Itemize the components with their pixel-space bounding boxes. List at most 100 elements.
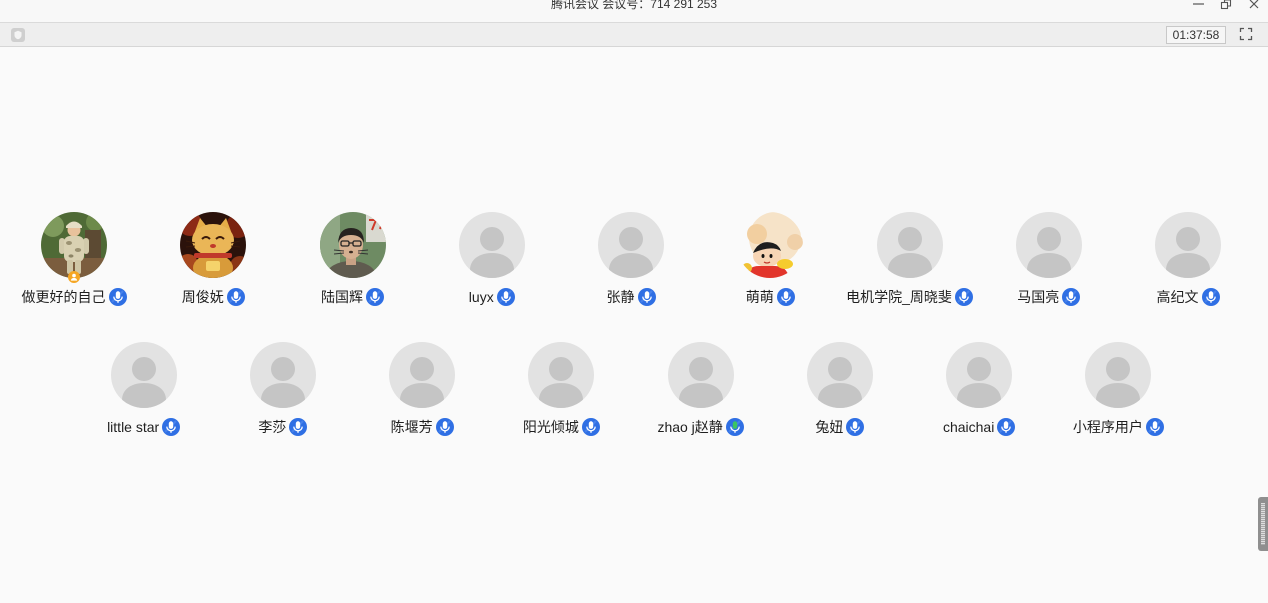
avatar-wrapper bbox=[598, 212, 664, 278]
avatar bbox=[737, 212, 804, 278]
avatar-wrapper bbox=[667, 342, 734, 408]
mic-on-icon[interactable] bbox=[435, 418, 454, 436]
mic-on-icon[interactable] bbox=[954, 288, 973, 306]
handle-grip bbox=[1261, 503, 1265, 545]
participant-name: 马国亮 bbox=[1017, 289, 1060, 305]
shield-icon[interactable] bbox=[11, 28, 25, 42]
default-avatar-icon bbox=[110, 342, 177, 408]
restore-icon[interactable] bbox=[1219, 0, 1233, 11]
avatar-wrapper bbox=[180, 212, 247, 278]
mic-speaking-icon[interactable] bbox=[725, 418, 744, 436]
participant-tile[interactable]: 陆国辉 bbox=[283, 212, 422, 306]
default-avatar-icon bbox=[528, 342, 595, 408]
mic-on-icon[interactable] bbox=[637, 288, 656, 306]
mic-on-icon[interactable] bbox=[1201, 288, 1220, 306]
participant-label: 小程序用户 bbox=[1073, 418, 1164, 436]
participant-label: 马国亮 bbox=[1017, 288, 1081, 306]
participant-name: 做更好的自己 bbox=[21, 289, 106, 305]
participant-tile[interactable]: 萌萌 bbox=[701, 212, 840, 306]
participant-label: 张静 bbox=[607, 288, 656, 306]
participant-tile[interactable]: 马国亮 bbox=[979, 212, 1118, 306]
participant-name: 周俊妩 bbox=[181, 289, 224, 305]
participant-tile[interactable]: 陈堰芳 bbox=[353, 342, 492, 436]
avatar-wrapper bbox=[806, 342, 873, 408]
avatar-wrapper bbox=[737, 212, 804, 278]
mic-on-icon[interactable] bbox=[1062, 288, 1081, 306]
participant-label: 陆国辉 bbox=[321, 288, 384, 306]
avatar-wrapper bbox=[1085, 342, 1152, 408]
default-avatar-icon bbox=[806, 342, 873, 408]
participant-tile[interactable]: 做更好的自己 bbox=[4, 212, 143, 306]
default-avatar-icon bbox=[1085, 342, 1152, 408]
default-avatar-icon bbox=[667, 342, 734, 408]
avatar-wrapper bbox=[876, 212, 943, 278]
avatar-wrapper bbox=[110, 342, 177, 408]
mic-on-icon[interactable] bbox=[997, 418, 1016, 436]
mic-on-icon[interactable] bbox=[1145, 418, 1164, 436]
participant-tile[interactable]: chaichai bbox=[910, 342, 1049, 436]
title-bar: 腾讯会议 会议号：714 291 253 bbox=[0, 0, 1268, 22]
avatar-wrapper bbox=[1155, 212, 1221, 278]
participant-label: 萌萌 bbox=[746, 288, 795, 306]
avatar-wrapper bbox=[389, 342, 456, 408]
participant-name: 阳光倾城 bbox=[522, 419, 579, 435]
avatar-wrapper bbox=[1015, 212, 1082, 278]
participant-tile[interactable]: 张静 bbox=[561, 212, 700, 306]
fullscreen-icon[interactable] bbox=[1239, 27, 1253, 41]
avatar bbox=[319, 212, 386, 278]
default-avatar-icon bbox=[389, 342, 456, 408]
participant-name: 李莎 bbox=[258, 419, 287, 435]
participant-name: 兔妞 bbox=[815, 419, 844, 435]
meeting-toolbar: 01:37:58 bbox=[0, 22, 1268, 47]
participant-name: zhao j赵静 bbox=[657, 419, 723, 435]
close-icon[interactable] bbox=[1247, 0, 1261, 11]
participant-name: little star bbox=[107, 419, 160, 435]
mic-on-icon[interactable] bbox=[108, 288, 127, 306]
participant-tile[interactable]: 周俊妩 bbox=[144, 212, 283, 306]
mic-on-icon[interactable] bbox=[162, 418, 181, 436]
participant-name: luyx bbox=[468, 289, 494, 305]
participant-tile[interactable]: 兔妞 bbox=[770, 342, 909, 436]
participant-tile[interactable]: 高纪文 bbox=[1118, 212, 1257, 306]
participant-tile[interactable]: 小程序用户 bbox=[1049, 342, 1188, 436]
participant-label: 周俊妩 bbox=[182, 288, 245, 306]
participant-tile[interactable]: 电机学院_周晓斐 bbox=[840, 212, 979, 306]
host-badge-icon bbox=[68, 271, 80, 283]
participant-tile[interactable]: zhao j赵静 bbox=[631, 342, 770, 436]
participant-label: zhao j赵静 bbox=[657, 418, 744, 436]
mic-on-icon[interactable] bbox=[846, 418, 865, 436]
mic-on-icon[interactable] bbox=[776, 288, 795, 306]
participant-label: 电机学院_周晓斐 bbox=[846, 288, 973, 306]
participant-tile[interactable]: 李莎 bbox=[213, 342, 352, 436]
default-avatar-icon bbox=[1015, 212, 1082, 278]
default-avatar-icon bbox=[1155, 212, 1221, 278]
avatar bbox=[41, 212, 107, 278]
minimize-icon[interactable] bbox=[1191, 0, 1205, 11]
avatar bbox=[180, 212, 247, 278]
participant-name: 萌萌 bbox=[745, 289, 774, 305]
avatar-wrapper bbox=[41, 212, 107, 283]
default-avatar-icon bbox=[598, 212, 664, 278]
mic-on-icon[interactable] bbox=[496, 288, 515, 306]
participant-name: chaichai bbox=[942, 419, 995, 435]
avatar-wrapper bbox=[458, 212, 525, 278]
mic-on-icon[interactable] bbox=[581, 418, 600, 436]
default-avatar-icon bbox=[458, 212, 525, 278]
participant-tile[interactable]: luyx bbox=[422, 212, 561, 306]
mic-on-icon[interactable] bbox=[366, 288, 384, 306]
avatar-wrapper bbox=[946, 342, 1013, 408]
participant-name: 小程序用户 bbox=[1072, 419, 1143, 435]
participant-tile[interactable]: little star bbox=[74, 342, 213, 436]
mic-on-icon[interactable] bbox=[289, 418, 308, 436]
mic-on-icon[interactable] bbox=[226, 288, 245, 306]
participant-label: little star bbox=[107, 418, 181, 436]
participant-label: 兔妞 bbox=[815, 418, 865, 436]
default-avatar-icon bbox=[249, 342, 316, 408]
participant-label: 高纪文 bbox=[1157, 288, 1220, 306]
window-title: 腾讯会议 会议号：714 291 253 bbox=[550, 0, 718, 11]
participant-label: 李莎 bbox=[258, 418, 308, 436]
participant-tile[interactable]: 阳光倾城 bbox=[492, 342, 631, 436]
participant-name: 电机学院_周晓斐 bbox=[846, 289, 952, 305]
default-avatar-icon bbox=[876, 212, 943, 278]
side-panel-handle[interactable] bbox=[1258, 497, 1268, 551]
